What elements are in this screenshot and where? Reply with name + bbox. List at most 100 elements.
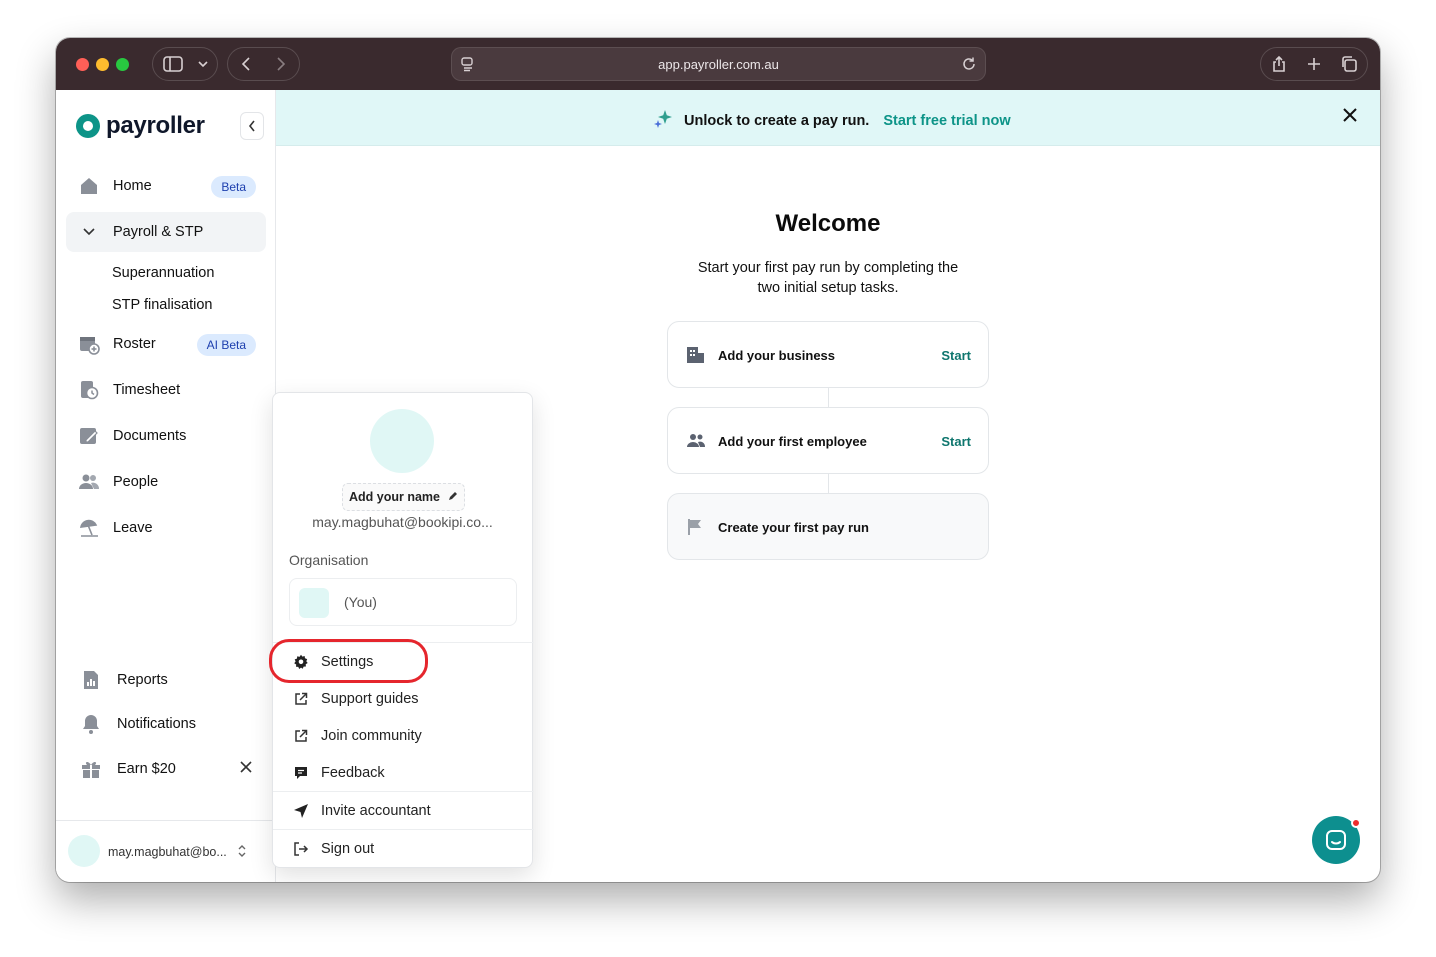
back-button[interactable]: [228, 48, 264, 80]
organisation-item[interactable]: (You): [289, 578, 517, 626]
sidebar-item-label: Documents: [113, 428, 187, 444]
documents-icon: [78, 425, 100, 447]
task-connector: [828, 388, 829, 407]
external-link-icon: [292, 692, 310, 706]
task-label: Add your business: [718, 348, 836, 363]
forward-button[interactable]: [264, 48, 300, 80]
chevron-left-icon: [241, 57, 250, 71]
menu-item-invite-accountant[interactable]: Invite accountant: [273, 793, 534, 829]
page-subtitle: Start your first pay run by completing t…: [668, 258, 988, 298]
sidebar-item-reports[interactable]: Reports: [66, 660, 266, 700]
people-icon: [78, 471, 100, 493]
sidebar-item-timesheet[interactable]: Timesheet: [66, 370, 266, 410]
task-label: Create your first pay run: [718, 520, 869, 535]
page-title: Welcome: [775, 210, 881, 237]
close-window-button[interactable]: [76, 58, 89, 71]
browser-window: app.payroller.com.au payroller Home Beta…: [56, 38, 1380, 882]
navigation-group: [227, 47, 300, 81]
timesheet-icon: [78, 379, 100, 401]
sidebar-item-label: Payroll & STP: [113, 224, 204, 240]
calendar-icon: [78, 333, 100, 355]
sidebar-item-label: Reports: [117, 672, 168, 688]
zoom-window-button[interactable]: [116, 58, 129, 71]
start-button[interactable]: Start: [941, 348, 971, 363]
sidebar-item-roster[interactable]: Roster AI Beta: [66, 324, 266, 364]
collapse-sidebar-button[interactable]: [240, 112, 264, 140]
sidebar-item-people[interactable]: People: [66, 462, 266, 502]
start-button[interactable]: Start: [941, 434, 971, 449]
tabs-icon: [1342, 56, 1358, 72]
payroller-logo[interactable]: payroller: [76, 112, 205, 140]
url-text: app.payroller.com.au: [658, 57, 779, 72]
trial-banner: Unlock to create a pay run. Start free t…: [276, 90, 1380, 146]
bell-icon: [80, 713, 102, 735]
tab-overview-button[interactable]: [1332, 48, 1367, 80]
sidebar: payroller Home Beta Payroll & STP Supera…: [56, 90, 276, 882]
logo-icon: [76, 114, 100, 138]
sidebar-subitem-stp-finalisation[interactable]: STP finalisation: [112, 297, 212, 313]
sidebar-item-label: Timesheet: [113, 382, 181, 398]
sidebar-item-earn-20[interactable]: Earn $20: [66, 749, 266, 789]
plus-icon: [1307, 58, 1320, 70]
building-icon: [686, 346, 706, 369]
sidebar-subitem-superannuation[interactable]: Superannuation: [112, 265, 214, 281]
close-icon: [1343, 108, 1357, 122]
beach-umbrella-icon: [78, 517, 100, 539]
sidebar-toggle-button[interactable]: [153, 48, 193, 80]
add-name-label: Add your name: [349, 490, 440, 504]
sidebar-item-home[interactable]: Home Beta: [66, 166, 266, 206]
sidebar-item-label: Notifications: [117, 716, 196, 732]
org-avatar: [299, 588, 329, 618]
menu-item-sign-out[interactable]: Sign out: [273, 831, 534, 867]
organisation-label: Organisation: [289, 552, 369, 568]
start-free-trial-link[interactable]: Start free trial now: [883, 113, 1010, 129]
task-create-pay-run: Create your first pay run: [667, 493, 989, 560]
sidebar-item-documents[interactable]: Documents: [66, 416, 266, 456]
chevron-up-down-icon: [237, 843, 247, 864]
task-label: Add your first employee: [718, 434, 867, 449]
menu-item-support-guides[interactable]: Support guides: [273, 681, 534, 717]
close-banner-button[interactable]: [1342, 107, 1358, 128]
sidebar-toggle-group: [152, 47, 218, 81]
avatar[interactable]: [370, 409, 434, 473]
add-your-name-button[interactable]: Add your name: [342, 483, 465, 511]
menu-item-feedback[interactable]: Feedback: [273, 755, 534, 791]
sidebar-icon: [163, 56, 183, 72]
address-bar[interactable]: app.payroller.com.au: [451, 47, 986, 81]
external-link-icon: [292, 729, 310, 743]
ai-beta-badge: AI Beta: [196, 334, 256, 356]
chevron-left-icon: [248, 120, 255, 132]
menu-item-join-community[interactable]: Join community: [273, 718, 534, 754]
sidebar-item-leave[interactable]: Leave: [66, 508, 266, 548]
chat-icon: [1326, 830, 1346, 850]
tab-group-dropdown[interactable]: [193, 48, 213, 80]
sidebar-item-payroll-stp[interactable]: Payroll & STP: [66, 212, 266, 252]
task-add-business[interactable]: Add your business Start: [667, 321, 989, 388]
send-icon: [292, 803, 310, 819]
chat-bubble-icon: [292, 765, 310, 781]
task-add-employee[interactable]: Add your first employee Start: [667, 407, 989, 474]
chevron-down-icon: [198, 61, 208, 68]
reload-icon[interactable]: [961, 56, 977, 77]
beta-badge: Beta: [211, 176, 256, 198]
window-actions-group: [1260, 47, 1368, 81]
logo-text: payroller: [106, 112, 205, 139]
task-connector: [828, 474, 829, 493]
new-tab-button[interactable]: [1296, 48, 1331, 80]
pencil-icon: [448, 490, 458, 504]
user-account-switcher[interactable]: may.magbuhat@bo...: [56, 820, 276, 882]
sidebar-item-notifications[interactable]: Notifications: [66, 704, 266, 744]
flag-icon: [686, 518, 704, 541]
dismiss-earn-icon[interactable]: [240, 760, 252, 778]
unread-indicator: [1351, 818, 1361, 828]
banner-content: Unlock to create a pay run. Start free t…: [652, 108, 1011, 134]
menu-item-label: Support guides: [321, 691, 419, 707]
chevron-down-icon: [78, 221, 100, 243]
menu-divider: [273, 791, 534, 792]
people-icon: [686, 432, 706, 455]
avatar: [68, 835, 100, 867]
settings-highlight-annotation: [269, 639, 428, 683]
share-button[interactable]: [1261, 48, 1296, 80]
sidebar-item-label: Roster: [113, 336, 156, 352]
minimize-window-button[interactable]: [96, 58, 109, 71]
